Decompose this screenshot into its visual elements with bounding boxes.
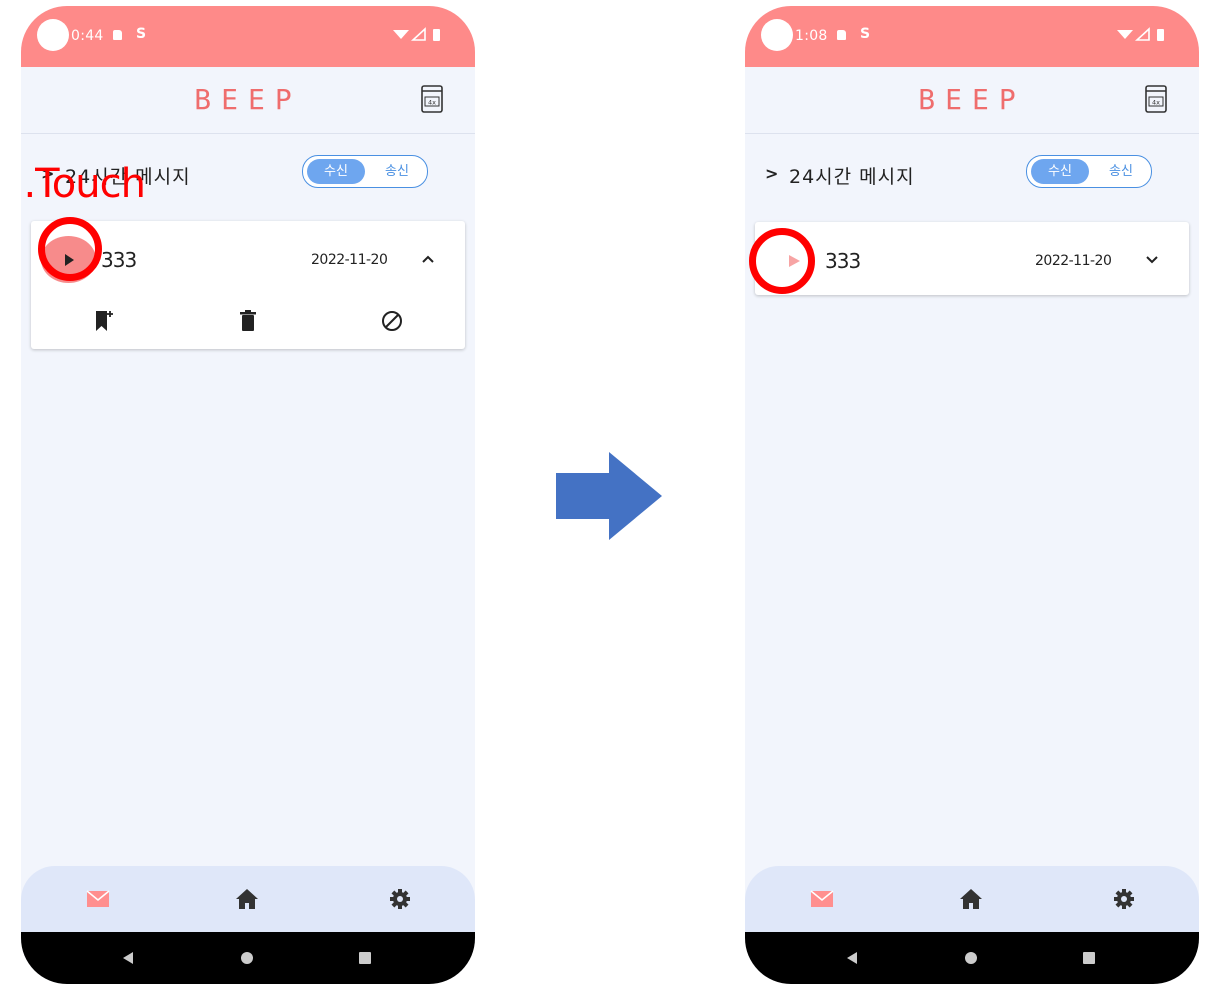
- app-logo: BEEP: [194, 83, 302, 116]
- sd-card-icon: [113, 30, 122, 40]
- touch-highlight-ring: [749, 228, 815, 294]
- status-indicators-icon: [1117, 27, 1164, 41]
- section-row: > 24시간 메시지 수신 송신: [745, 154, 1199, 194]
- status-time: 1:08: [795, 28, 828, 44]
- settings-icon[interactable]: [1112, 888, 1136, 910]
- svg-text:4x: 4x: [1152, 99, 1160, 107]
- chevron-up-icon[interactable]: [421, 254, 435, 264]
- status-s-icon: S: [860, 26, 871, 42]
- caller-number: 333: [101, 248, 137, 272]
- chevron-right-icon[interactable]: >: [765, 164, 778, 183]
- direction-toggle[interactable]: 수신 송신: [302, 155, 428, 188]
- recent-apps-icon[interactable]: [1082, 951, 1096, 965]
- home-icon[interactable]: [959, 888, 983, 910]
- battery-4x-icon[interactable]: 4x: [1145, 85, 1167, 113]
- app-logo: BEEP: [918, 83, 1026, 116]
- caller-number: 333: [825, 249, 861, 273]
- toggle-sent[interactable]: 송신: [1093, 159, 1149, 184]
- transition-arrow-icon: [556, 452, 662, 540]
- message-date: 2022-11-20: [311, 252, 388, 268]
- home-circle-icon[interactable]: [240, 951, 254, 965]
- message-card[interactable]: 333 2022-11-20: [755, 222, 1189, 295]
- touch-annotation: 1.Touch: [21, 161, 146, 207]
- system-navigation-bar: [21, 932, 475, 984]
- home-circle-icon[interactable]: [964, 951, 978, 965]
- back-icon[interactable]: [121, 951, 135, 965]
- bottom-navigation: [21, 866, 475, 932]
- phone-screen-before: 0:44 S BEEP 4x > 24시간 메시지 수신 송신 333 2022…: [21, 6, 475, 984]
- camera-cutout: [761, 19, 793, 51]
- mail-icon[interactable]: [810, 888, 834, 910]
- app-header: BEEP 4x: [745, 67, 1199, 134]
- svg-text:4x: 4x: [428, 99, 436, 107]
- sd-card-icon: [837, 30, 846, 40]
- app-header: BEEP 4x: [21, 67, 475, 134]
- status-bar: 1:08 S: [745, 6, 1199, 67]
- chevron-down-icon[interactable]: [1145, 255, 1159, 265]
- toggle-received[interactable]: 수신: [1031, 159, 1089, 184]
- bookmark-add-icon[interactable]: [93, 309, 115, 333]
- phone-screen-after: 1:08 S BEEP 4x > 24시간 메시지 수신 송신 333 2022…: [745, 6, 1199, 984]
- section-title[interactable]: 24시간 메시지: [789, 162, 915, 189]
- settings-icon[interactable]: [388, 888, 412, 910]
- direction-toggle[interactable]: 수신 송신: [1026, 155, 1152, 188]
- home-icon[interactable]: [235, 888, 259, 910]
- card-actions: [31, 309, 465, 337]
- camera-cutout: [37, 19, 69, 51]
- toggle-received[interactable]: 수신: [307, 159, 365, 184]
- system-navigation-bar: [745, 932, 1199, 984]
- message-date: 2022-11-20: [1035, 253, 1112, 269]
- touch-highlight-ring: [38, 217, 102, 281]
- mail-icon[interactable]: [86, 888, 110, 910]
- status-bar: 0:44 S: [21, 6, 475, 67]
- status-indicators-icon: [393, 27, 440, 41]
- bottom-navigation: [745, 866, 1199, 932]
- status-s-icon: S: [136, 26, 147, 42]
- recent-apps-icon[interactable]: [358, 951, 372, 965]
- back-icon[interactable]: [845, 951, 859, 965]
- battery-4x-icon[interactable]: 4x: [421, 85, 443, 113]
- trash-icon[interactable]: [237, 309, 259, 333]
- block-icon[interactable]: [381, 309, 403, 333]
- toggle-sent[interactable]: 송신: [369, 159, 425, 184]
- status-time: 0:44: [71, 28, 104, 44]
